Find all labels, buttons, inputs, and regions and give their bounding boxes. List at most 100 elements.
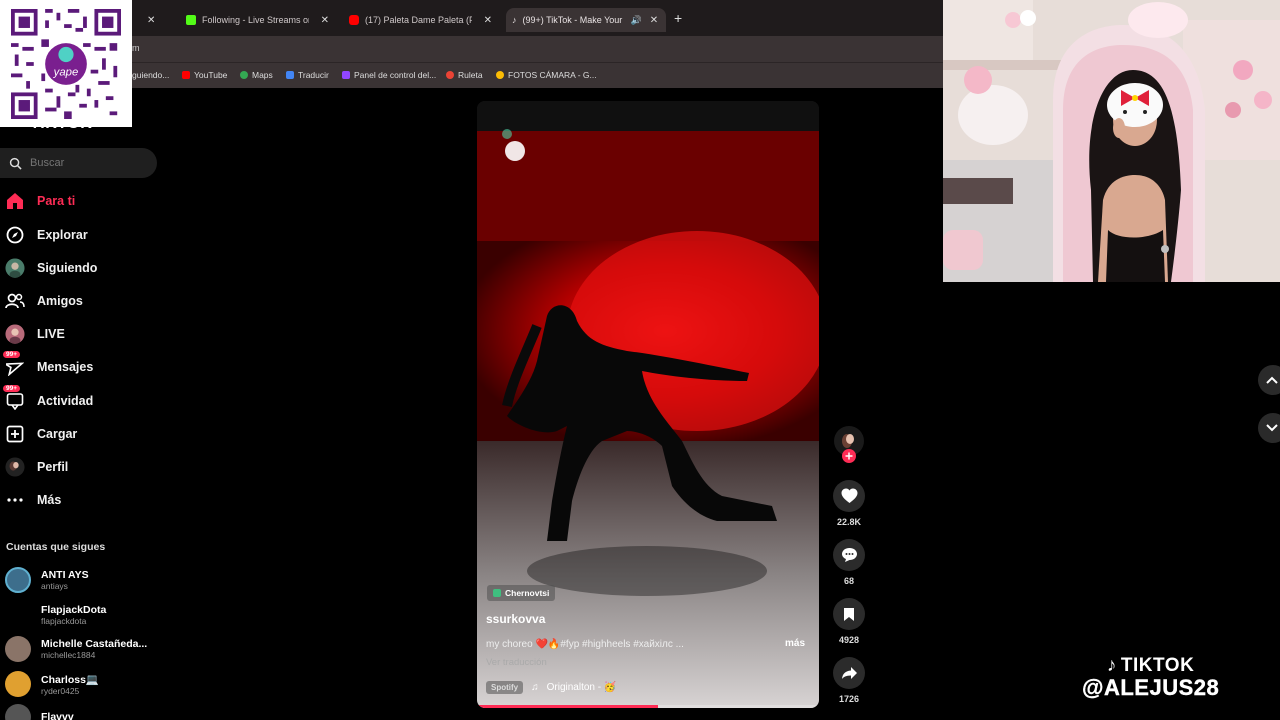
friends-icon (5, 291, 25, 311)
activity-badge: 99+ (3, 385, 21, 392)
nav-mas[interactable]: Más (5, 488, 61, 512)
browser-tab-youtube[interactable]: (17) Paleta Dame Paleta (Feat D ✕ (343, 8, 498, 32)
bookmark-item[interactable]: guiendo... (132, 70, 169, 80)
browser-tab-kick[interactable]: Following - Live Streams on Ki ✕ (180, 8, 335, 32)
creator-avatar-button[interactable] (828, 425, 870, 463)
watermark-brand: TIKTOK (1120, 655, 1195, 676)
compass-icon (5, 225, 25, 245)
location-tag[interactable]: Chernovtsi (487, 585, 556, 601)
bookmarks-bar: guiendo... YouTube Maps Traducir Panel d… (0, 62, 943, 88)
account-name: FlapjackDota (41, 604, 107, 616)
nav-cargar[interactable]: Cargar (5, 422, 77, 446)
activity-icon: 99+ (3, 385, 25, 411)
tab-close-icon[interactable]: ✕ (147, 15, 155, 26)
following-section-title: Cuentas que sigues (6, 541, 106, 553)
drive-icon (496, 71, 504, 79)
nav-label: Mensajes (37, 360, 94, 374)
search-box[interactable] (0, 148, 157, 178)
nav-mensajes[interactable]: 99+ Mensajes (3, 351, 94, 379)
location-label: Chernovtsi (505, 588, 550, 598)
audio-playing-icon[interactable]: 🔊 (631, 15, 642, 26)
video-player[interactable]: Chernovtsi ssurkovva my choreo ❤️🔥#fyp #… (477, 101, 819, 708)
share-count: 1726 (838, 694, 860, 704)
youtube-icon (182, 71, 190, 79)
nav-explorar[interactable]: Explorar (5, 223, 88, 247)
bookmark-youtube[interactable]: YouTube (182, 70, 227, 80)
profile-avatar-icon (5, 457, 25, 477)
like-button[interactable]: 22.8K (828, 480, 870, 527)
qr-code-icon: yape (11, 9, 121, 119)
caption-more-link[interactable]: más (785, 638, 805, 649)
avatar (5, 636, 31, 662)
bookmark-twitch[interactable]: Panel de control del... (342, 70, 436, 80)
tab-close-icon[interactable]: ✕ (650, 15, 658, 26)
account-handle: ryder0425 (41, 685, 80, 696)
webcam-image (943, 0, 1280, 282)
account-handle: michellec1884 (41, 650, 96, 660)
nav-siguiendo[interactable]: Siguiendo (5, 256, 97, 280)
nav-actividad[interactable]: 99+ Actividad (3, 385, 93, 413)
comment-icon (833, 539, 865, 571)
location-pin-icon (493, 589, 501, 597)
search-icon (9, 157, 22, 170)
see-translation-link[interactable]: Ver traducción (486, 657, 547, 668)
address-text: m (132, 43, 140, 53)
tab-close-icon[interactable]: ✕ (484, 15, 492, 26)
bookmark-icon (833, 598, 865, 630)
account-name: Charloss💻 (41, 673, 100, 686)
tab-label: (99+) TikTok - Make Your Da (522, 15, 625, 25)
nav-label: LIVE (37, 327, 65, 341)
share-icon (833, 657, 865, 689)
tab-close-icon[interactable]: ✕ (321, 15, 329, 26)
bookmark-maps[interactable]: Maps (240, 70, 273, 80)
music-row[interactable]: Spotify ♫ Originalton - 🥳 (486, 681, 616, 694)
messages-badge: 99+ (3, 351, 21, 358)
upload-icon (5, 424, 25, 444)
video-progress-bar[interactable] (477, 705, 819, 708)
yape-qr-code: yape (0, 0, 132, 127)
previous-video-button[interactable] (1258, 365, 1280, 395)
new-tab-button[interactable]: + (674, 10, 682, 26)
followed-account[interactable]: ANTI AYS antiays (5, 567, 89, 593)
followed-account[interactable]: FlapjackDota flapjackdota (5, 602, 106, 628)
nav-label: Para ti (37, 194, 76, 208)
bookmark-translate[interactable]: Traducir (286, 70, 329, 80)
yape-brand: yape (53, 66, 79, 78)
youtube-favicon-icon (349, 15, 359, 25)
maps-pin-icon (240, 71, 248, 79)
google-icon (446, 71, 454, 79)
spotify-tag[interactable]: Spotify (486, 681, 524, 694)
translate-icon (286, 71, 294, 79)
video-author[interactable]: ssurkovva (486, 612, 545, 626)
video-caption: my choreo ❤️🔥#fyp #highheels #хайхілс ..… (486, 639, 684, 650)
nav-para-ti[interactable]: Para ti (5, 189, 75, 213)
nav-live[interactable]: LIVE (5, 322, 65, 346)
more-icon (5, 490, 25, 510)
nav-label: Cargar (37, 427, 78, 441)
browser-tab-partial[interactable]: ✕ (135, 8, 171, 32)
save-button[interactable]: 4928 (828, 598, 870, 645)
browser-tab-tiktok[interactable]: ♪ (99+) TikTok - Make Your Da 🔊 ✕ (506, 8, 666, 32)
followed-account[interactable]: Charloss💻 ryder0425 (5, 671, 99, 697)
comment-button[interactable]: 68 (828, 539, 870, 586)
messages-icon: 99+ (3, 351, 25, 377)
nav-amigos[interactable]: Amigos (5, 289, 83, 313)
comment-count: 68 (843, 576, 854, 586)
nav-label: Explorar (37, 228, 88, 242)
share-button[interactable]: 1726 (828, 657, 870, 704)
address-bar[interactable]: m (0, 36, 943, 62)
bookmark-ruleta[interactable]: Ruleta (446, 70, 483, 80)
bookmark-fotos[interactable]: FOTOS CÁMARA - G... (496, 70, 597, 80)
account-handle: flapjackdota (41, 616, 87, 626)
search-input[interactable] (30, 157, 140, 169)
nav-perfil[interactable]: Perfil (5, 455, 68, 479)
chevron-down-icon (1266, 424, 1278, 432)
video-progress-fill (477, 705, 659, 708)
followed-account[interactable]: Flavvv (5, 704, 74, 720)
followed-account[interactable]: Michelle Castañeda... michellec1884 (5, 636, 147, 662)
next-video-button[interactable] (1258, 413, 1280, 443)
webcam-feed (943, 0, 1280, 282)
save-count: 4928 (838, 635, 860, 645)
nav-label: Más (37, 493, 62, 507)
account-handle: antiays (41, 581, 68, 591)
